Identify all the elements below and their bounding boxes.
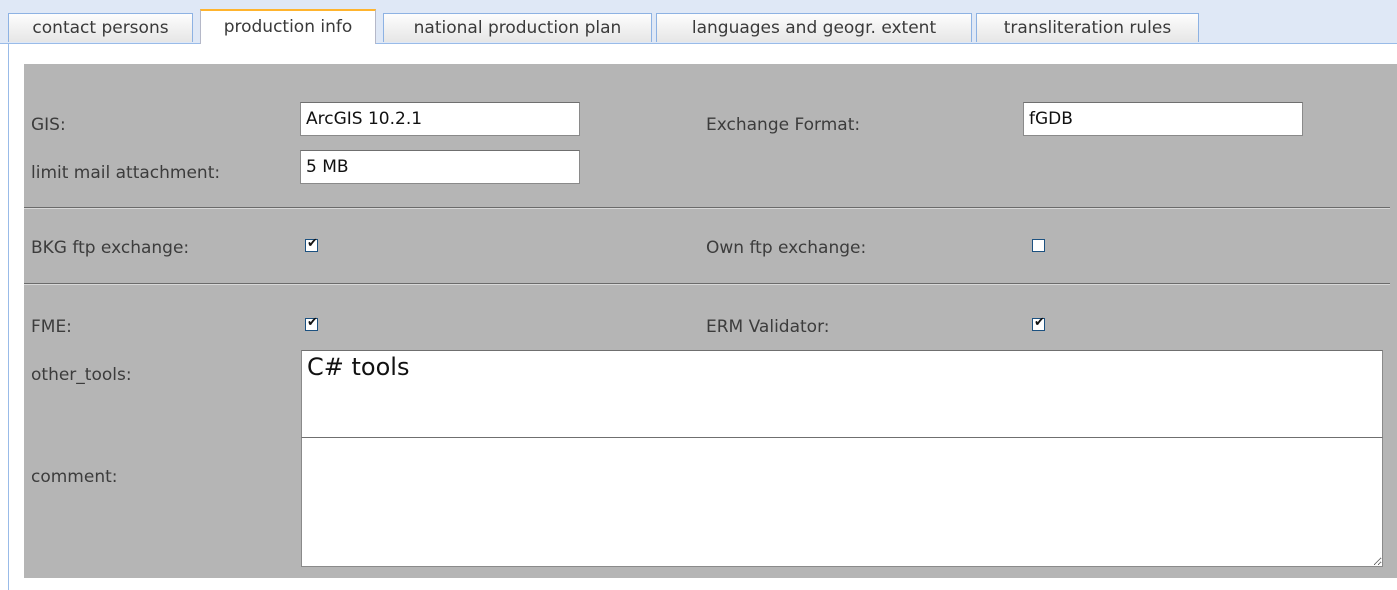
tab-label: national production plan	[413, 18, 622, 38]
exchange-format-label: Exchange Format:	[706, 115, 861, 135]
own-ftp-exchange-checkbox[interactable]	[1032, 239, 1045, 252]
comment-label: comment:	[31, 467, 118, 487]
check-mark-icon: ✔	[307, 236, 318, 251]
gis-label: GIS:	[31, 115, 66, 135]
own-ftp-exchange-label: Own ftp exchange:	[706, 238, 867, 258]
gis-input[interactable]	[300, 102, 580, 136]
other-tools-label: other_tools:	[31, 365, 132, 385]
production-info-panel: GIS: Exchange Format: limit mail attachm…	[24, 64, 1397, 578]
comment-textarea[interactable]	[301, 437, 1383, 567]
exchange-format-input[interactable]	[1023, 102, 1303, 136]
fme-label: FME:	[31, 317, 72, 337]
erm-validator-label: ERM Validator:	[706, 317, 830, 337]
tab-production-info[interactable]: production info	[200, 9, 376, 44]
section-divider	[24, 283, 1390, 285]
tab-languages-geogr-extent[interactable]: languages and geogr. extent	[656, 13, 972, 42]
bkg-ftp-exchange-label: BKG ftp exchange:	[31, 238, 190, 258]
limit-mail-attachment-input[interactable]	[300, 150, 580, 184]
tab-label: languages and geogr. extent	[691, 18, 937, 38]
erm-validator-checkbox[interactable]: ✔	[1032, 315, 1045, 331]
limit-mail-attachment-label: limit mail attachment:	[31, 163, 221, 183]
tab-transliteration-rules[interactable]: transliteration rules	[976, 13, 1199, 42]
fme-checkbox[interactable]: ✔	[305, 315, 318, 331]
tab-bar: contact persons production info national…	[0, 0, 1397, 44]
section-divider	[24, 207, 1390, 209]
tab-label: contact persons	[32, 18, 169, 38]
bkg-ftp-exchange-checkbox[interactable]: ✔	[305, 236, 318, 252]
check-mark-icon: ✔	[1034, 315, 1045, 330]
tab-national-production-plan[interactable]: national production plan	[383, 13, 652, 42]
tab-contact-persons[interactable]: contact persons	[8, 13, 193, 42]
check-mark-icon: ✔	[307, 315, 318, 330]
tab-label: transliteration rules	[1003, 18, 1172, 38]
tab-label: production info	[223, 17, 353, 37]
